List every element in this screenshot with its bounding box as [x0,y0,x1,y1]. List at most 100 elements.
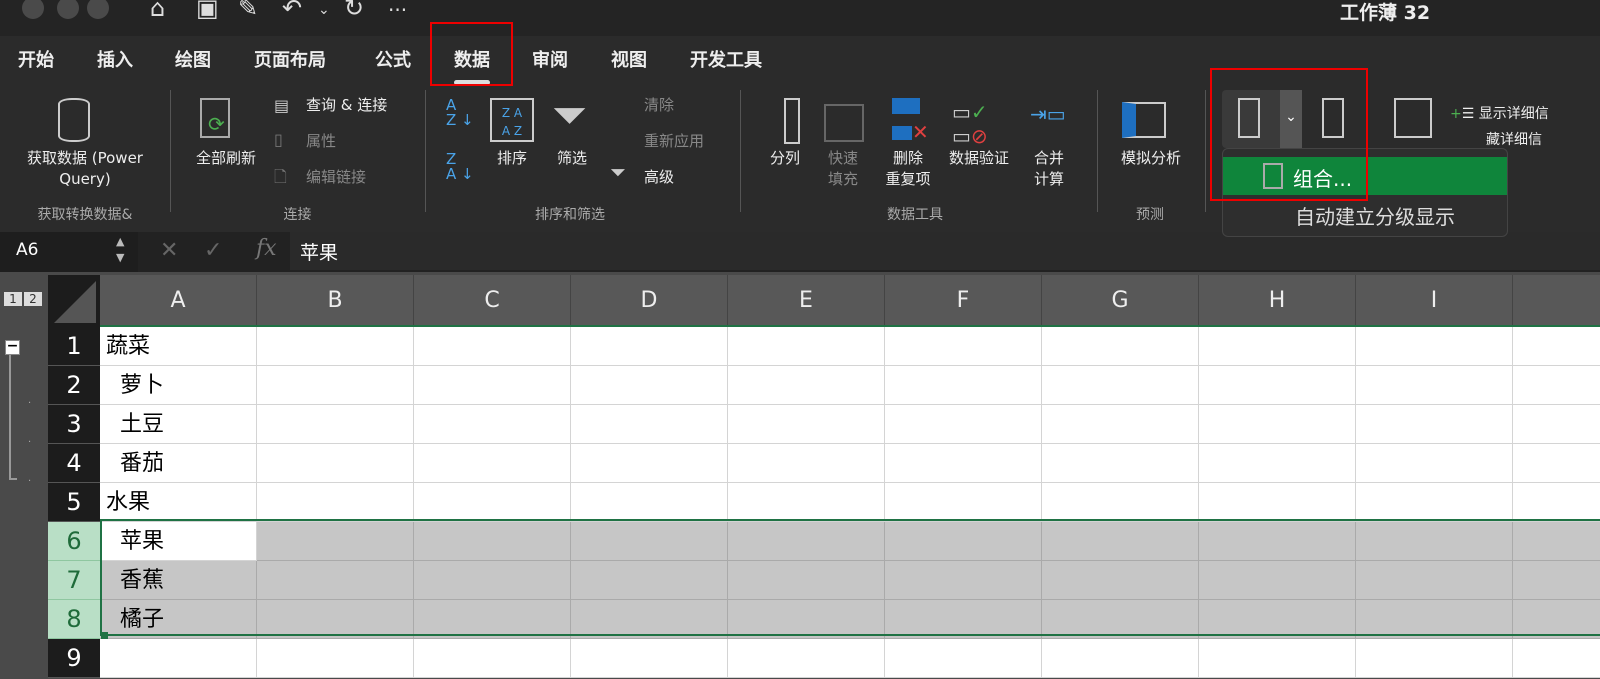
what-if-analysis-button[interactable]: 模拟分析 [1110,96,1192,176]
tab-draw[interactable]: 绘图 [175,46,211,72]
advanced-filter-button[interactable]: 高级 [644,167,674,188]
data-validation-button[interactable]: ▭✓ ▭⊘ 数据验证 [942,96,1016,176]
cell[interactable] [1199,483,1356,522]
tab-view[interactable]: 视图 [611,46,647,72]
column-header[interactable]: F [885,275,1042,327]
sort-button[interactable]: Z AA Z 排序 [488,96,536,176]
subtotal-icon[interactable] [1394,98,1432,138]
cell[interactable] [257,483,414,522]
more-icon[interactable]: ··· [388,0,407,22]
cell[interactable] [257,639,414,678]
cell[interactable] [571,444,728,483]
cell[interactable] [1199,366,1356,405]
row-header[interactable]: 3 [48,405,100,444]
save-icon[interactable]: ▣ [196,0,219,22]
cell[interactable] [1042,366,1199,405]
cell[interactable] [728,483,885,522]
tab-page-layout[interactable]: 页面布局 [254,46,326,72]
cell[interactable] [414,639,571,678]
queries-connections-button[interactable]: 查询 & 连接 [306,95,387,116]
cell[interactable] [257,327,414,366]
cell[interactable] [1356,327,1513,366]
cell[interactable] [1199,405,1356,444]
cell[interactable]: 水果 [100,483,257,522]
cell[interactable] [885,405,1042,444]
properties-button[interactable]: 属性 [306,131,336,152]
cell[interactable] [728,444,885,483]
flash-fill-button[interactable]: 快速 填充 [818,96,868,196]
cell[interactable] [1356,405,1513,444]
cell[interactable] [1513,639,1600,678]
tab-home[interactable]: 开始 [18,46,54,72]
column-header[interactable]: I [1356,275,1513,327]
row-header[interactable]: 2 [48,366,100,405]
cell[interactable] [728,366,885,405]
redo-icon[interactable]: ↻ [344,0,364,22]
column-header[interactable]: E [728,275,885,327]
refresh-all-button[interactable]: ⟳ 全部刷新 [186,96,266,176]
cell[interactable] [257,366,414,405]
reapply-button[interactable]: 重新应用 [644,131,704,152]
text-to-columns-button[interactable]: 分列 [758,96,812,176]
cell[interactable] [1199,444,1356,483]
row-header[interactable]: 8 [48,600,100,639]
cell[interactable] [1513,444,1600,483]
cell[interactable] [885,366,1042,405]
close-window-button[interactable] [22,0,44,19]
cell[interactable] [885,444,1042,483]
cell[interactable] [414,444,571,483]
row-header[interactable]: 7 [48,561,100,600]
cell[interactable] [728,405,885,444]
cell[interactable] [1042,327,1199,366]
cell[interactable]: 土豆 [100,405,257,444]
tab-review[interactable]: 审阅 [532,46,568,72]
column-header[interactable]: B [257,275,414,327]
cell[interactable] [1042,405,1199,444]
cell[interactable] [1356,483,1513,522]
collapse-group-button[interactable]: − [5,339,20,355]
cell[interactable] [1042,639,1199,678]
cell[interactable] [885,327,1042,366]
cell[interactable] [414,483,571,522]
cell[interactable] [257,405,414,444]
cell[interactable] [728,639,885,678]
cell[interactable]: 番茄 [100,444,257,483]
consolidate-button[interactable]: ⇥▭ 合并 计算 [1024,96,1074,196]
column-header[interactable]: H [1199,275,1356,327]
home-icon[interactable]: ⌂ [150,0,165,22]
sort-ascending-button[interactable]: AZ ↓ [446,98,474,128]
row-header[interactable]: 1 [48,327,100,366]
tab-developer[interactable]: 开发工具 [690,46,762,72]
cell[interactable] [1356,639,1513,678]
cell[interactable] [257,444,414,483]
cell[interactable] [1513,327,1600,366]
zoom-window-button[interactable] [87,0,109,19]
column-header[interactable]: D [571,275,728,327]
cell[interactable] [100,639,257,678]
name-box[interactable]: A6 ▲ ▼ [0,232,138,272]
filter-button[interactable]: ⏷ 筛选 [548,90,596,176]
cell[interactable] [1199,639,1356,678]
undo-icon[interactable]: ↶ [282,0,302,22]
outline-level-2-button[interactable]: 2 [24,292,42,306]
menu-item-auto-outline[interactable]: 自动建立分级显示 [1223,197,1507,233]
cell[interactable] [728,327,885,366]
cell[interactable]: 蔬菜 [100,327,257,366]
cell[interactable] [571,366,728,405]
enter-icon[interactable]: ✓ [204,238,222,263]
sort-descending-button[interactable]: ZA ↓ [446,152,474,182]
chevron-down-icon[interactable]: ⌄ [318,2,330,18]
edit-save-icon[interactable]: ✎ [238,0,258,22]
cell[interactable] [1199,327,1356,366]
column-header[interactable]: A [100,275,257,327]
cell[interactable] [1042,444,1199,483]
cancel-icon[interactable]: ✕ [160,238,178,263]
cell[interactable] [414,366,571,405]
row-header[interactable]: 5 [48,483,100,522]
outline-level-1-button[interactable]: 1 [4,292,22,306]
cell[interactable] [571,405,728,444]
tab-formulas[interactable]: 公式 [375,46,411,72]
name-box-stepper-icon[interactable]: ▲ ▼ [116,234,124,266]
cell[interactable] [1356,366,1513,405]
row-header[interactable]: 9 [48,639,100,678]
